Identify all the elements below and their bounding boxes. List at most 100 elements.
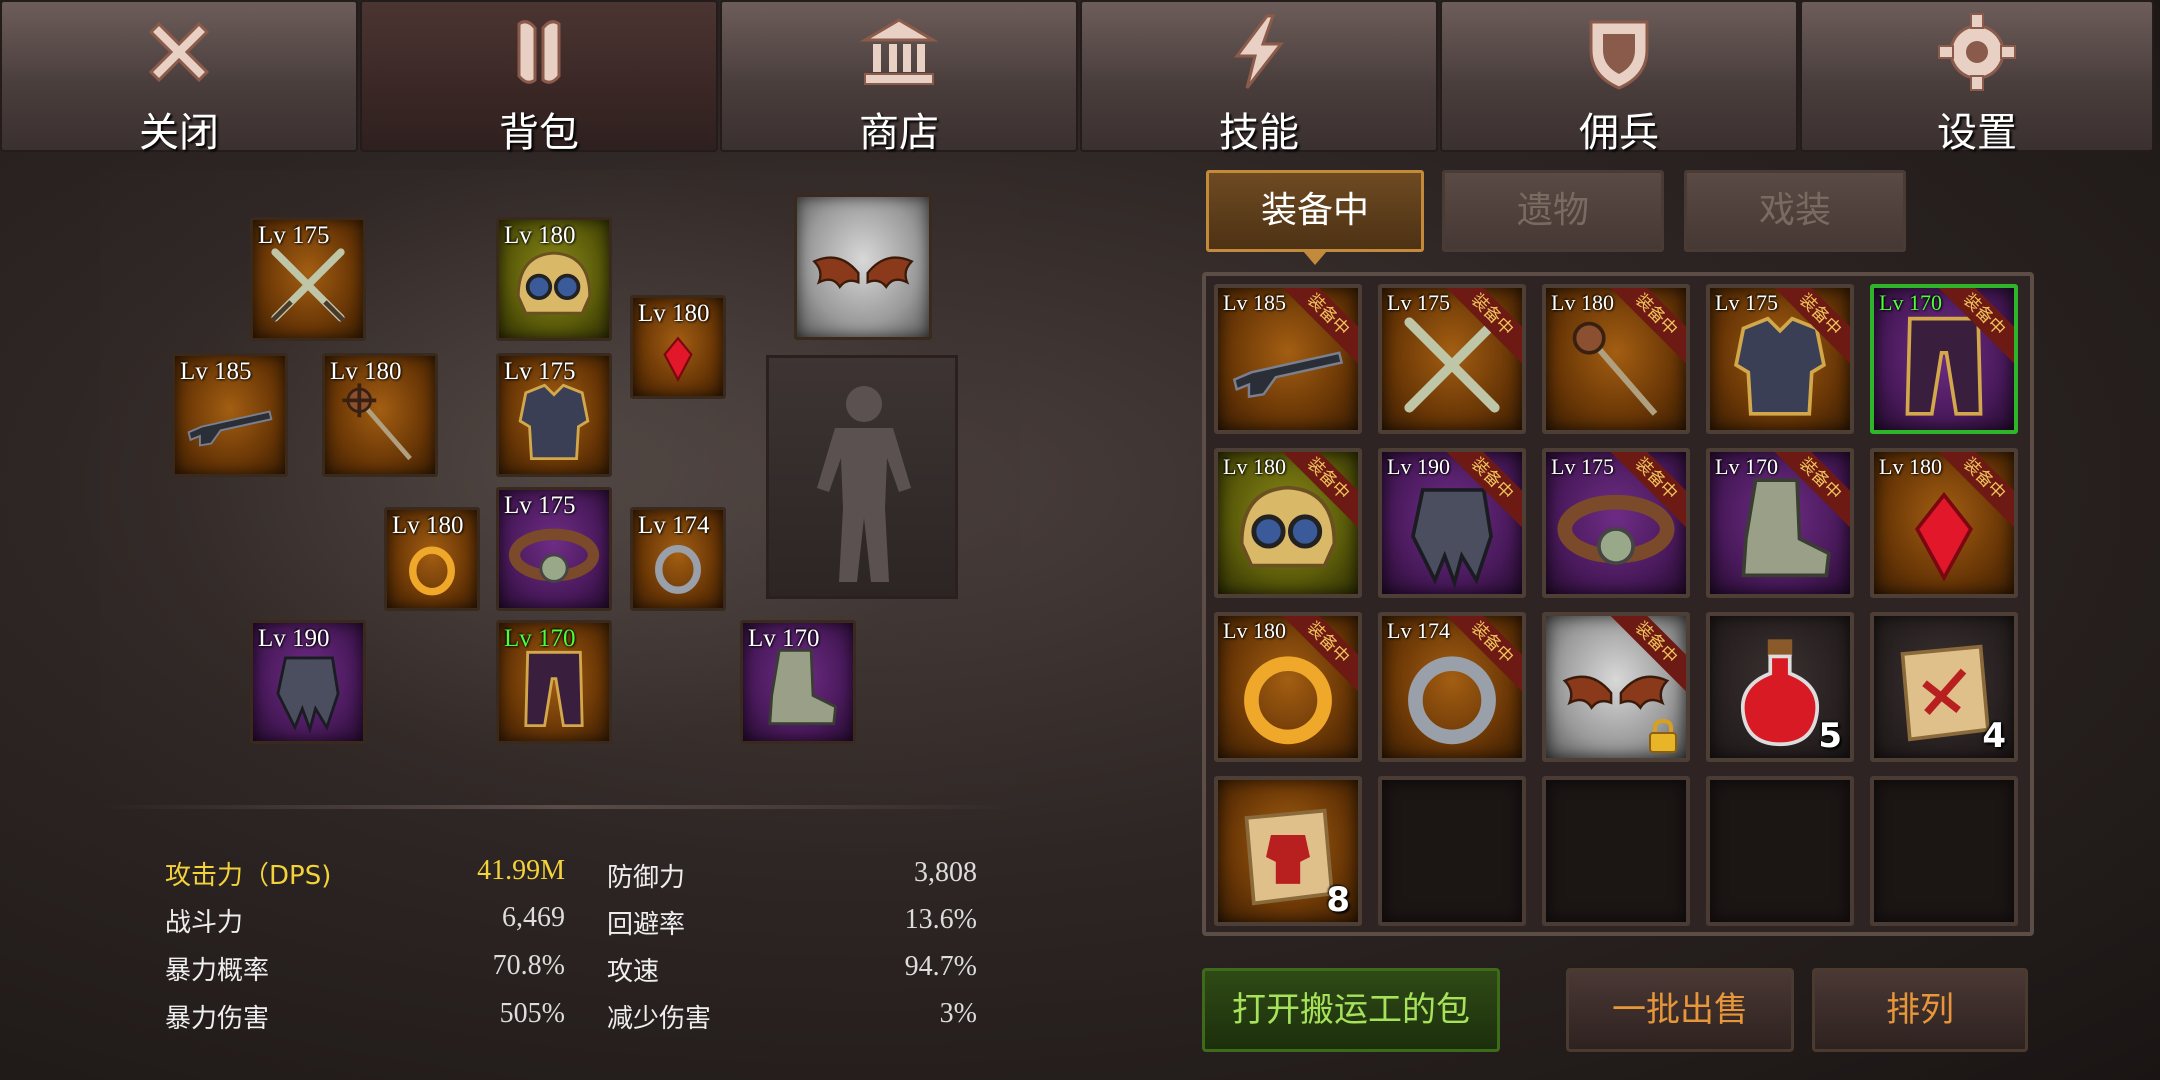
- subtab-equipped[interactable]: 装备中: [1206, 170, 1424, 265]
- leg-armor-icon: [524, 650, 584, 728]
- inventory-slot[interactable]: 装备中 Lv 175: [1706, 284, 1854, 434]
- item-level: Lv 185: [1223, 290, 1286, 315]
- tab-label: 背包: [499, 110, 579, 156]
- item-level: Lv 180: [392, 512, 464, 539]
- lock-icon: [1649, 718, 1677, 753]
- equip-slot-belt[interactable]: Lv 175: [496, 487, 612, 611]
- inventory-slot[interactable]: 5: [1706, 612, 1854, 762]
- item-level: Lv 175: [1387, 290, 1450, 315]
- item-level: Lv 180: [638, 300, 710, 327]
- stat-label: 暴力伤害: [165, 1004, 270, 1034]
- shotgun-icon: [187, 410, 273, 447]
- equip-slot-wings[interactable]: [794, 194, 932, 340]
- item-level: Lv 180: [1879, 454, 1942, 479]
- item-quantity: 4: [1982, 716, 2006, 756]
- divider: [100, 805, 1020, 809]
- stat-label: 攻击力（DPS): [165, 861, 332, 891]
- bulk-sell-button[interactable]: 一批出售: [1566, 968, 1794, 1052]
- inventory-slot[interactable]: 装备中 Lv 170: [1706, 448, 1854, 598]
- item-level: Lv 180: [1223, 454, 1286, 479]
- inventory-slot[interactable]: 装备中 Lv 174: [1378, 612, 1526, 762]
- inventory-slot[interactable]: 装备中 Lv 180: [1214, 448, 1362, 598]
- equip-slot-helmet[interactable]: Lv 180: [496, 217, 612, 341]
- stat-label: 攻速: [607, 957, 660, 987]
- item-level: Lv 170: [504, 625, 576, 652]
- item-level: Lv 180: [330, 358, 402, 385]
- inventory-slot[interactable]: 装备中 Lv 175: [1378, 284, 1526, 434]
- item-level: Lv 174: [638, 512, 710, 539]
- inventory-slot[interactable]: 装备中 Lv 180: [1542, 284, 1690, 434]
- subtab-relics[interactable]: 遗物: [1442, 170, 1664, 252]
- inventory-slot[interactable]: 装备中 Lv 180: [1214, 612, 1362, 762]
- shop-icon: [859, 18, 939, 85]
- equip-slot-ring-right[interactable]: Lv 174: [630, 507, 726, 611]
- close-icon: [148, 21, 210, 83]
- inventory-slot[interactable]: 8: [1214, 776, 1362, 926]
- tab-label: 商店: [859, 110, 939, 156]
- equip-slot-chest[interactable]: Lv 175: [496, 353, 612, 477]
- open-porter-bag-button[interactable]: 打开搬运工的包: [1202, 968, 1500, 1052]
- stat-label: 回避率: [607, 910, 686, 940]
- backpack-icon: [517, 20, 561, 84]
- gear-icon: [1938, 13, 2016, 91]
- equip-slot-weapon-secondary[interactable]: Lv 175: [250, 217, 366, 341]
- subtab-costumes[interactable]: 戏装: [1684, 170, 1906, 252]
- inventory-slot[interactable]: 装备中 Lv 170: [1870, 284, 2018, 434]
- stat-label: 战斗力: [165, 908, 244, 938]
- equip-slot-ring-left[interactable]: Lv 180: [384, 507, 480, 611]
- stat-value: 70.8%: [492, 950, 565, 981]
- inventory-slot[interactable]: 装备中 Lv 175: [1542, 448, 1690, 598]
- equip-slot-gloves[interactable]: Lv 190: [250, 620, 366, 744]
- inventory-slot-empty[interactable]: [1542, 776, 1690, 926]
- stat-value: 6,469: [502, 902, 565, 933]
- item-level: Lv 185: [180, 358, 252, 385]
- tab-backpack[interactable]: 背包: [360, 0, 718, 156]
- character-silhouette: [766, 355, 958, 599]
- equip-slot-legs[interactable]: Lv 170: [496, 620, 612, 744]
- mercenary-icon: [1589, 20, 1649, 90]
- tab-mercenary[interactable]: 佣兵: [1440, 0, 1798, 156]
- inventory-slot[interactable]: 装备中 Lv 185: [1214, 284, 1362, 434]
- goggle-helmet-icon: [516, 251, 592, 315]
- tab-settings[interactable]: 设置: [1800, 0, 2154, 156]
- item-level: Lv 175: [1715, 290, 1778, 315]
- equip-slot-accessory[interactable]: Lv 180: [630, 295, 726, 399]
- tab-label: 设置: [1937, 110, 2017, 156]
- item-level: Lv 180: [1223, 618, 1286, 643]
- crossed-blades-icon: [270, 248, 346, 323]
- stat-value: 505%: [499, 998, 565, 1029]
- stat-value: 94.7%: [904, 951, 977, 982]
- item-level: Lv 180: [504, 222, 576, 249]
- gauntlet-icon: [276, 656, 340, 735]
- chest-armor-icon: [518, 383, 590, 461]
- equip-slot-weapon-staff[interactable]: Lv 180: [322, 353, 438, 477]
- equip-slot-weapon-main[interactable]: Lv 185: [172, 353, 288, 477]
- tab-skill[interactable]: 技能: [1080, 0, 1438, 156]
- stat-value: 13.6%: [904, 904, 977, 935]
- stat-label: 防御力: [607, 863, 686, 893]
- item-level: Lv 170: [1715, 454, 1778, 479]
- tab-close[interactable]: 关闭: [0, 0, 358, 156]
- inventory-slot[interactable]: 4: [1870, 612, 2018, 762]
- item-quantity: 5: [1818, 716, 1842, 756]
- stat-value: 3%: [939, 998, 977, 1029]
- sort-button[interactable]: 排列: [1812, 968, 2028, 1052]
- inventory-slot[interactable]: 装备中 Lv 180: [1870, 448, 2018, 598]
- inventory-slot[interactable]: 装备中: [1542, 612, 1690, 762]
- stat-value: 3,808: [914, 857, 977, 888]
- skill-icon: [1234, 14, 1285, 89]
- item-level: Lv 175: [258, 222, 330, 249]
- inventory-slot-empty[interactable]: [1706, 776, 1854, 926]
- tab-label: 技能: [1219, 110, 1299, 156]
- mace-staff-icon: [342, 383, 412, 461]
- stat-label: 暴力概率: [165, 956, 270, 986]
- inventory-slot-empty[interactable]: [1870, 776, 2018, 926]
- inventory-slot[interactable]: 装备中 Lv 190: [1378, 448, 1526, 598]
- tab-shop[interactable]: 商店: [720, 0, 1078, 156]
- item-level: Lv 170: [1879, 290, 1942, 315]
- inventory-slot-empty[interactable]: [1378, 776, 1526, 926]
- belt-icon: [508, 528, 600, 583]
- equip-slot-boots[interactable]: Lv 170: [740, 620, 856, 744]
- tab-label: 关闭: [139, 110, 219, 156]
- item-level: Lv 175: [1551, 454, 1614, 479]
